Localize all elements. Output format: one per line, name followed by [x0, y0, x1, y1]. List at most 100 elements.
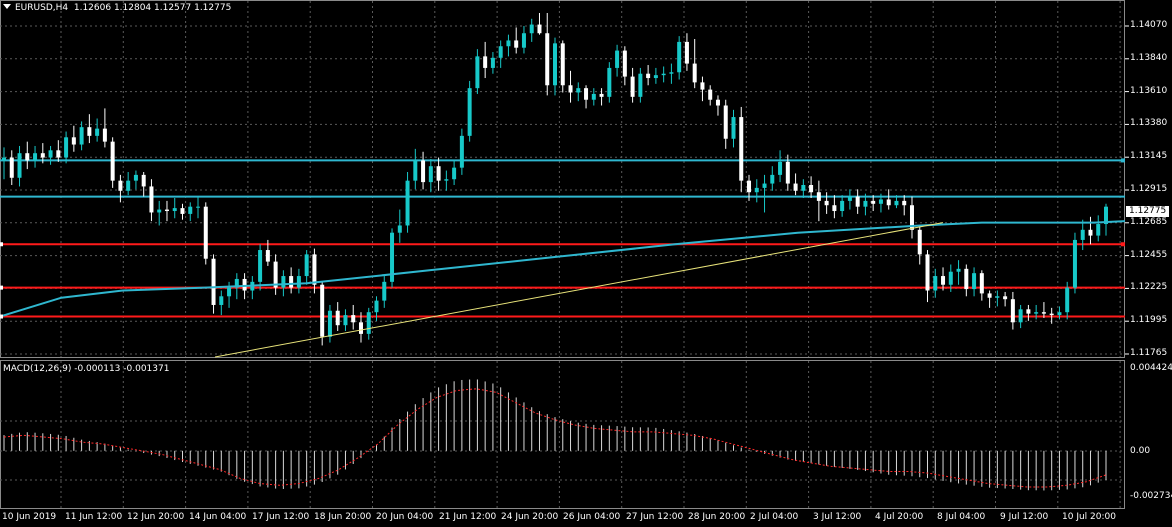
- candle-body: [211, 258, 216, 305]
- candle-body: [374, 300, 379, 313]
- chart-canvas[interactable]: [0, 0, 1172, 527]
- candle-body: [320, 284, 325, 337]
- candle-body: [591, 93, 596, 100]
- symbol-label: EURUSD,H4: [15, 3, 69, 13]
- triangle-down-icon[interactable]: [3, 4, 11, 9]
- candle-body: [242, 278, 247, 291]
- time-label: 9 Jul 12:00: [1000, 512, 1049, 522]
- time-label: 14 Jun 04:00: [189, 512, 247, 522]
- candle-body: [1041, 312, 1046, 314]
- candle-body: [56, 150, 61, 158]
- candle-body: [615, 50, 620, 68]
- trend-line: [214, 222, 944, 358]
- time-label: 17 Jun 12:00: [252, 512, 310, 522]
- price-label: 1.13840: [1130, 52, 1168, 63]
- candle-body: [258, 250, 263, 282]
- candle-body: [638, 73, 643, 97]
- candle-body: [653, 75, 658, 79]
- candle-body: [444, 179, 449, 181]
- candle-body: [64, 137, 69, 158]
- candle-body: [1010, 299, 1015, 323]
- candle-body: [979, 273, 984, 294]
- candle-body: [816, 192, 821, 201]
- candle-body: [840, 200, 845, 212]
- candle-body: [964, 268, 969, 290]
- candle-body: [669, 72, 674, 74]
- candle-body: [793, 183, 798, 191]
- candle-body: [203, 206, 208, 259]
- candle-body: [739, 117, 744, 181]
- level-marker: [1121, 242, 1125, 247]
- candle-body: [467, 88, 472, 136]
- candle-body: [428, 166, 433, 183]
- candle-body: [715, 99, 720, 106]
- candle-body: [452, 167, 457, 180]
- candle-body: [762, 183, 767, 188]
- candle-body: [855, 196, 860, 207]
- candle-body: [312, 254, 317, 285]
- candle-body: [902, 200, 907, 206]
- candle-body: [281, 276, 286, 288]
- candle-body: [708, 89, 713, 100]
- time-label: 27 Jun 12:00: [626, 512, 684, 522]
- candle-body: [413, 160, 418, 181]
- candle-body: [436, 166, 441, 181]
- time-label: 24 Jun 20:00: [501, 512, 559, 522]
- candle-body: [1088, 229, 1093, 236]
- candle-body: [366, 312, 371, 334]
- candle-body: [188, 206, 193, 214]
- candle-body: [956, 268, 961, 272]
- candle-body: [832, 205, 837, 212]
- chart-header: EURUSD,H4 1.12606 1.12804 1.12577 1.1277…: [3, 3, 231, 14]
- candle-body: [48, 150, 53, 158]
- candle-body: [995, 296, 1000, 298]
- candle-body: [863, 200, 868, 207]
- candle-body: [17, 153, 22, 178]
- price-label: 1.14070: [1130, 20, 1168, 30]
- candle-body: [1003, 296, 1008, 300]
- time-label: 18 Jun 20:00: [314, 512, 372, 522]
- candle-body: [421, 160, 426, 183]
- candle-body: [553, 43, 557, 86]
- candle-body: [289, 276, 294, 288]
- candle-body: [1080, 229, 1085, 240]
- candle-body: [9, 157, 14, 178]
- candle-body: [754, 187, 759, 193]
- candle-body: [1026, 309, 1031, 314]
- candle-body: [521, 33, 526, 48]
- candle-body: [483, 56, 488, 68]
- candle-body: [987, 293, 992, 298]
- time-label: 10 Jul 20:00: [1062, 512, 1116, 522]
- macd-axis-label: 0.004424: [1130, 363, 1172, 373]
- macd-axis-label: -0.002734: [1130, 491, 1172, 501]
- candle-body: [382, 281, 387, 301]
- price-label: 1.13145: [1130, 151, 1168, 162]
- candle-body: [1057, 312, 1062, 316]
- candle-body: [304, 254, 309, 277]
- candle-body: [933, 276, 938, 291]
- candle-body: [917, 229, 922, 255]
- candle-body: [731, 117, 736, 139]
- price-label: 1.11995: [1130, 315, 1168, 326]
- candle-body: [1049, 313, 1054, 316]
- candle-body: [335, 310, 340, 326]
- level-marker: [1121, 158, 1125, 163]
- candle-body: [343, 315, 348, 326]
- candle-body: [770, 174, 775, 184]
- candle-body: [1065, 287, 1070, 313]
- candle-body: [1072, 239, 1077, 288]
- time-label: 26 Jun 04:00: [563, 512, 621, 522]
- candle-body: [475, 56, 480, 89]
- candle-body: [560, 43, 565, 86]
- candle-body: [537, 24, 542, 34]
- candle-body: [164, 209, 169, 212]
- candle-body: [599, 93, 604, 97]
- candle-body: [878, 199, 883, 204]
- candle-body: [824, 200, 829, 206]
- current-price-tag: 1.12775: [1126, 206, 1170, 217]
- candle-body: [894, 200, 899, 206]
- mt4-chart-window[interactable]: EURUSD,H4 1.12606 1.12804 1.12577 1.1277…: [0, 0, 1172, 527]
- candle-body: [79, 127, 84, 145]
- candle-body: [180, 208, 185, 214]
- candle-body: [196, 206, 201, 208]
